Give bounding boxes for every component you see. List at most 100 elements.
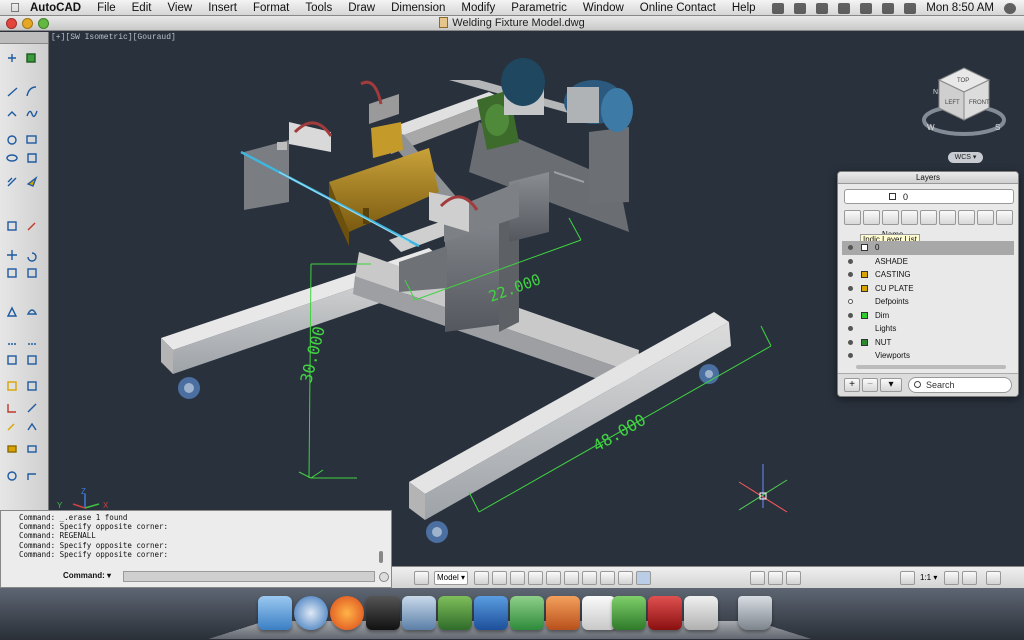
ucs-menu[interactable]: WCS ▾ [948, 152, 983, 163]
command-input[interactable] [123, 571, 375, 582]
menu-view[interactable]: View [159, 2, 200, 14]
viewcube[interactable]: TOP LEFT FRONT N W S [919, 62, 1009, 162]
qp-icon[interactable] [636, 571, 651, 585]
snap-icon[interactable] [474, 571, 489, 585]
layer-list-scrollbar[interactable] [856, 365, 1006, 369]
annotation-scale[interactable]: 1:1 ▾ [920, 571, 937, 585]
layer-states-icon[interactable] [958, 210, 975, 225]
mail-icon[interactable] [402, 596, 436, 630]
command-options-icon[interactable] [379, 572, 389, 582]
menu-edit[interactable]: Edit [124, 2, 160, 14]
rectangle-icon [26, 135, 37, 144]
x-icon[interactable] [772, 2, 785, 14]
layer-view-menu-button[interactable]: ▾ [880, 378, 902, 392]
tool-palette-header[interactable] [0, 32, 48, 44]
menu-modify[interactable]: Modify [453, 2, 503, 14]
layout-grid-icon[interactable] [414, 571, 429, 585]
spotlight-icon[interactable] [1004, 2, 1016, 14]
menu-insert[interactable]: Insert [200, 2, 245, 14]
layer-row[interactable]: 0 [842, 241, 1014, 255]
remove-layer-button[interactable]: − [862, 378, 878, 392]
layer-row[interactable]: Defpoints [842, 295, 1014, 309]
menu-online-contact[interactable]: Online Contact [632, 2, 724, 14]
dim-angular-icon [27, 422, 37, 431]
layers-palette-title[interactable]: Layers [838, 172, 1018, 184]
menu-draw[interactable]: Draw [340, 2, 383, 14]
menu-format[interactable]: Format [245, 2, 297, 14]
textedit-icon[interactable] [582, 596, 616, 630]
layer-isolate-icon[interactable] [977, 210, 994, 225]
ucs-menu-label: WCS [954, 154, 971, 161]
trash-icon[interactable] [738, 596, 772, 630]
preview-icon[interactable] [438, 596, 472, 630]
dyn-icon[interactable] [600, 571, 615, 585]
layer-row[interactable]: NUT [842, 336, 1014, 350]
viewcube-front-label[interactable]: FRONT [969, 100, 990, 106]
evernote-icon[interactable] [794, 2, 807, 14]
firefox-icon[interactable] [330, 596, 364, 630]
safari-icon[interactable] [294, 596, 328, 630]
delete-layer-icon[interactable] [863, 210, 880, 225]
sync-icon[interactable] [816, 2, 829, 14]
layer-freeze-icon[interactable] [901, 210, 918, 225]
fullscreen-icon[interactable] [986, 571, 1001, 585]
new-layer-icon[interactable] [844, 210, 861, 225]
menu-file[interactable]: File [89, 2, 124, 14]
orbit-icon[interactable] [786, 571, 801, 585]
app-menu[interactable]: AutoCAD [30, 2, 89, 14]
ortho-icon[interactable] [510, 571, 525, 585]
time-machine-icon[interactable] [838, 2, 851, 14]
current-layer-dropdown[interactable]: 0 [844, 189, 1014, 204]
annotation-scale-icon[interactable] [900, 571, 915, 585]
lineweight-icon[interactable] [618, 571, 633, 585]
command-history-scrollbar[interactable] [379, 551, 383, 563]
compass-s-label: S [995, 123, 1000, 132]
polar-icon[interactable] [528, 571, 543, 585]
ducs-icon[interactable] [582, 571, 597, 585]
photo-icon[interactable] [546, 596, 580, 630]
layer-settings-icon[interactable] [996, 210, 1013, 225]
acrobat-icon[interactable] [684, 596, 718, 630]
workspace-icon[interactable] [962, 571, 977, 585]
layer-lock-icon[interactable] [920, 210, 937, 225]
layer-row[interactable]: CU PLATE [842, 282, 1014, 296]
menu-tools[interactable]: Tools [297, 2, 340, 14]
set-current-icon[interactable] [882, 210, 899, 225]
word-icon[interactable] [474, 596, 508, 630]
battery-icon[interactable] [904, 2, 917, 14]
model-tab[interactable]: Model ▾ [434, 571, 468, 585]
evernote-icon[interactable] [612, 596, 646, 630]
otrack-icon[interactable] [564, 571, 579, 585]
osnap-icon[interactable] [546, 571, 561, 585]
layer-row[interactable]: ASHADE [842, 255, 1014, 269]
menu-parametric[interactable]: Parametric [503, 2, 575, 14]
wifi-icon[interactable] [860, 2, 873, 14]
layer-row[interactable]: Viewports [842, 349, 1014, 363]
apple-menu-icon[interactable]:  [0, 0, 30, 15]
layer-row[interactable]: CASTING [842, 268, 1014, 282]
layer-filter-icon[interactable] [939, 210, 956, 225]
model-tab-label: Model [436, 573, 459, 582]
add-layer-button[interactable]: + [844, 378, 860, 392]
menu-help[interactable]: Help [724, 2, 764, 14]
clock[interactable]: Mon 8:50 AM [926, 2, 994, 14]
menu-window[interactable]: Window [575, 2, 632, 14]
volume-icon[interactable] [882, 2, 895, 14]
zoom-icon[interactable] [768, 571, 783, 585]
command-line: Command: Specify opposite corner: [19, 522, 169, 532]
ucs-z-label: Z [81, 487, 86, 496]
layer-row[interactable]: Dim [842, 309, 1014, 323]
command-line: Command: Specify opposite corner: [19, 549, 169, 559]
finder-icon[interactable] [258, 596, 292, 630]
pan-hand-icon[interactable] [750, 571, 765, 585]
annotation-visibility-icon[interactable] [944, 571, 959, 585]
layer-row[interactable]: Lights [842, 322, 1014, 336]
grid-icon[interactable] [492, 571, 507, 585]
viewcube-left-label[interactable]: LEFT [945, 100, 960, 106]
viewcube-top-label[interactable]: TOP [957, 78, 969, 84]
network-icon[interactable] [510, 596, 544, 630]
clapperboard-icon[interactable] [366, 596, 400, 630]
autocad-icon[interactable] [648, 596, 682, 630]
layer-search-input[interactable]: Search [908, 377, 1012, 393]
menu-dimension[interactable]: Dimension [383, 2, 453, 14]
